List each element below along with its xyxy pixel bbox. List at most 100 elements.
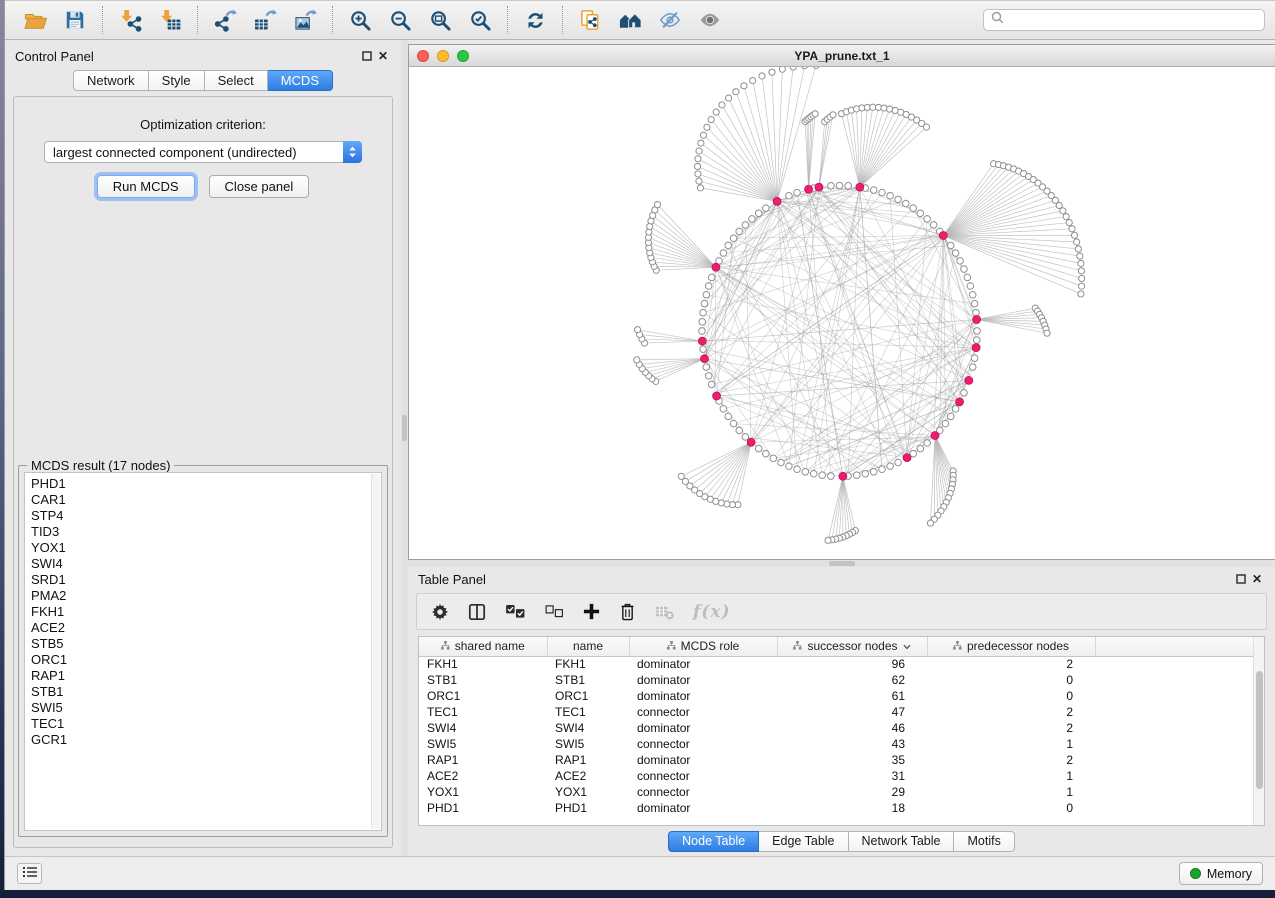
- mcds-hub-node[interactable]: [701, 355, 709, 363]
- ring-node[interactable]: [736, 228, 743, 235]
- ring-node[interactable]: [969, 291, 976, 298]
- close-panel-button[interactable]: Close panel: [209, 175, 310, 198]
- column-header-successor-nodes[interactable]: successor nodes: [777, 637, 927, 656]
- leaf-node[interactable]: [1044, 330, 1050, 336]
- leaf-node[interactable]: [696, 148, 702, 154]
- ring-node[interactable]: [720, 406, 727, 413]
- close-panel-icon[interactable]: ✕: [375, 48, 391, 64]
- mcds-result-item[interactable]: CAR1: [31, 492, 369, 508]
- ring-node[interactable]: [794, 466, 801, 473]
- search-box[interactable]: [983, 9, 1265, 31]
- ring-node[interactable]: [974, 328, 981, 335]
- ring-node[interactable]: [961, 266, 968, 273]
- mcds-hub-node[interactable]: [713, 392, 721, 400]
- leaf-node[interactable]: [698, 140, 704, 146]
- leaf-node[interactable]: [733, 89, 739, 95]
- ring-node[interactable]: [778, 459, 785, 466]
- tab-node-table[interactable]: Node Table: [668, 831, 759, 852]
- mcds-hub-node[interactable]: [815, 183, 823, 191]
- column-header-predecessor-nodes[interactable]: predecessor nodes: [927, 637, 1095, 656]
- leaf-node[interactable]: [825, 537, 831, 543]
- ring-node[interactable]: [870, 468, 877, 475]
- ring-node[interactable]: [705, 373, 712, 380]
- save-session-button[interactable]: [55, 4, 95, 36]
- ring-node[interactable]: [786, 463, 793, 470]
- search-input[interactable]: [1009, 13, 1257, 27]
- ring-node[interactable]: [947, 242, 954, 249]
- ring-node[interactable]: [862, 470, 869, 477]
- table-row[interactable]: ORC1ORC1dominator610: [419, 688, 1264, 704]
- ring-node[interactable]: [910, 205, 917, 212]
- ring-node[interactable]: [952, 406, 959, 413]
- ring-node[interactable]: [763, 205, 770, 212]
- leaf-node[interactable]: [634, 327, 640, 333]
- zoom-fit-button[interactable]: [420, 4, 460, 36]
- table-row[interactable]: ACE2ACE2connector311: [419, 768, 1264, 784]
- ring-node[interactable]: [736, 427, 743, 434]
- leaf-node[interactable]: [1069, 226, 1075, 232]
- leaf-node[interactable]: [790, 67, 796, 70]
- leaf-node[interactable]: [708, 117, 714, 123]
- show-all-button[interactable]: [690, 4, 730, 36]
- ring-node[interactable]: [879, 189, 886, 196]
- close-table-panel-icon[interactable]: ✕: [1249, 571, 1265, 587]
- settings-gear-icon[interactable]: [431, 603, 449, 621]
- tab-edge-table[interactable]: Edge Table: [759, 831, 848, 852]
- table-row[interactable]: SWI5SWI5connector431: [419, 736, 1264, 752]
- ring-node[interactable]: [930, 222, 937, 229]
- leaf-node[interactable]: [1079, 275, 1085, 281]
- split-panel-icon[interactable]: [468, 603, 486, 621]
- leaf-node[interactable]: [1060, 208, 1066, 214]
- ring-node[interactable]: [942, 420, 949, 427]
- ring-node[interactable]: [708, 381, 715, 388]
- mcds-hub-node[interactable]: [973, 316, 981, 324]
- ring-node[interactable]: [703, 364, 710, 371]
- ring-node[interactable]: [730, 420, 737, 427]
- mcds-hub-node[interactable]: [939, 232, 947, 240]
- export-network-button[interactable]: [205, 4, 245, 36]
- leaf-node[interactable]: [700, 132, 706, 138]
- mcds-result-item[interactable]: SWI5: [31, 700, 369, 716]
- run-mcds-button[interactable]: Run MCDS: [97, 175, 195, 198]
- leaf-node[interactable]: [654, 201, 660, 207]
- ring-node[interactable]: [802, 468, 809, 475]
- leaf-node[interactable]: [1078, 260, 1084, 266]
- mcds-result-item[interactable]: STB5: [31, 636, 369, 652]
- leaf-node[interactable]: [1071, 232, 1077, 238]
- ring-node[interactable]: [971, 355, 978, 362]
- mcds-hub-node[interactable]: [698, 337, 706, 345]
- leaf-node[interactable]: [695, 171, 701, 177]
- float-table-panel-icon[interactable]: [1233, 571, 1249, 587]
- ring-node[interactable]: [964, 274, 971, 281]
- table-row[interactable]: YOX1YOX1connector291: [419, 784, 1264, 800]
- ring-node[interactable]: [836, 182, 843, 189]
- minimize-window-icon[interactable]: [437, 50, 449, 62]
- mcds-hub-node[interactable]: [805, 185, 813, 193]
- leaf-node[interactable]: [779, 67, 785, 72]
- zoom-in-button[interactable]: [340, 4, 380, 36]
- leaf-node[interactable]: [1077, 253, 1083, 259]
- ring-node[interactable]: [845, 183, 852, 190]
- ring-node[interactable]: [810, 470, 817, 477]
- leaf-node[interactable]: [927, 520, 933, 526]
- leaf-node[interactable]: [1075, 246, 1081, 252]
- mcds-hub-node[interactable]: [773, 197, 781, 205]
- ring-node[interactable]: [924, 440, 931, 447]
- close-window-icon[interactable]: [417, 50, 429, 62]
- ring-node[interactable]: [705, 283, 712, 290]
- leaf-node[interactable]: [759, 73, 765, 79]
- mcds-result-item[interactable]: ACE2: [31, 620, 369, 636]
- ring-node[interactable]: [828, 473, 835, 480]
- mcds-result-item[interactable]: STP4: [31, 508, 369, 524]
- mcds-hub-node[interactable]: [712, 263, 720, 271]
- leaf-node[interactable]: [830, 112, 836, 118]
- mcds-result-item[interactable]: TEC1: [31, 716, 369, 732]
- ring-node[interactable]: [725, 413, 732, 420]
- ring-node[interactable]: [699, 319, 706, 326]
- tab-network[interactable]: Network: [73, 70, 149, 91]
- network-canvas[interactable]: [409, 67, 1275, 559]
- table-row[interactable]: STB1STB1dominator620: [419, 672, 1264, 688]
- leaf-node[interactable]: [812, 111, 818, 117]
- ring-node[interactable]: [973, 309, 980, 316]
- ring-node[interactable]: [924, 216, 931, 223]
